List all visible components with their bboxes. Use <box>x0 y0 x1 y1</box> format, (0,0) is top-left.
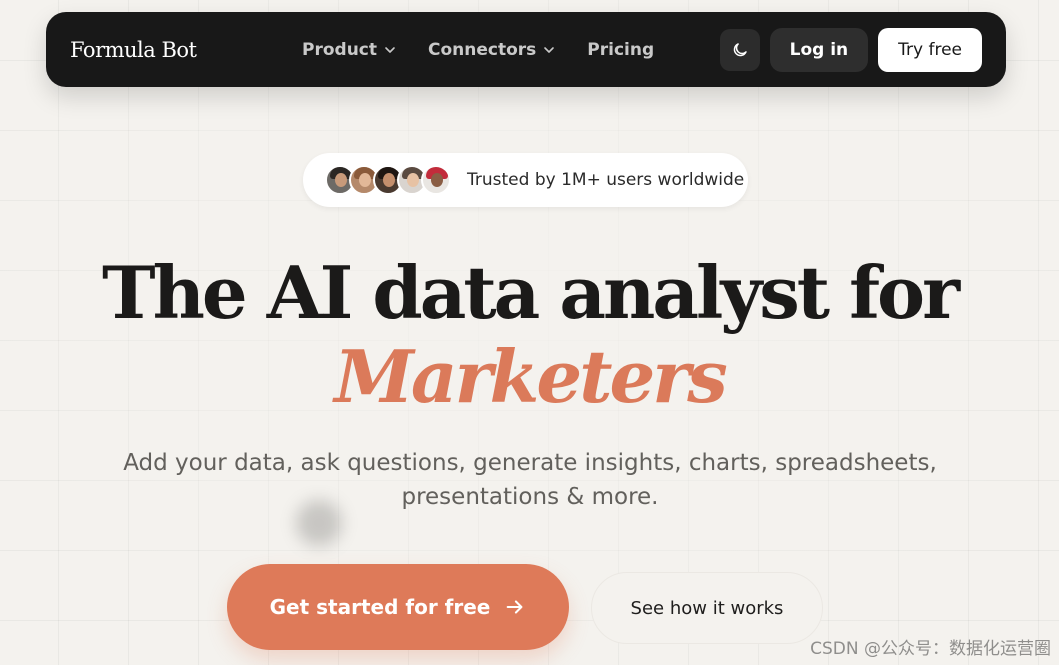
arrow-right-icon <box>507 600 523 614</box>
brand-logo[interactable]: Formula Bot <box>70 38 302 62</box>
moon-icon <box>733 42 747 56</box>
hero-highlight: Marketers <box>334 334 728 419</box>
hero-headline: The AI data analyst for <box>101 250 960 335</box>
nav-menu: Product Connectors Pricing <box>302 40 720 60</box>
nav-actions: Log in Try free <box>719 27 982 72</box>
top-navbar: Formula Bot Product Connectors Pricing L… <box>46 12 1006 87</box>
hero-subtitle: Add your data, ask questions, generate i… <box>100 446 960 514</box>
hero-subtitle-line: presentations & more. <box>401 484 659 510</box>
trust-text: Trusted by 1M+ users worldwide <box>467 170 745 190</box>
nav-item-pricing[interactable]: Pricing <box>587 40 654 60</box>
get-started-button[interactable]: Get started for free <box>227 564 569 650</box>
nav-item-label: Pricing <box>587 39 655 60</box>
chevron-down-icon <box>544 46 555 53</box>
get-started-label: Get started for free <box>269 595 491 619</box>
watermark: CSDN @公众号：数据化运营圈 <box>810 639 1051 659</box>
nav-item-connectors[interactable]: Connectors <box>428 40 555 60</box>
hero-subtitle-line: Add your data, ask questions, generate i… <box>123 450 937 476</box>
chevron-down-icon <box>385 46 395 53</box>
avatar-group <box>325 165 451 195</box>
nav-item-product[interactable]: Product <box>302 40 396 60</box>
avatar <box>421 165 451 195</box>
trust-badge: Trusted by 1M+ users worldwide <box>303 153 748 207</box>
try-free-button[interactable]: Try free <box>878 27 982 72</box>
see-how-it-works-button[interactable]: See how it works <box>591 572 823 644</box>
nav-item-label: Connectors <box>428 39 537 60</box>
login-button[interactable]: Log in <box>769 27 869 72</box>
nav-item-label: Product <box>302 39 377 60</box>
theme-toggle-button[interactable] <box>719 28 760 71</box>
cursor-blur <box>296 500 342 546</box>
